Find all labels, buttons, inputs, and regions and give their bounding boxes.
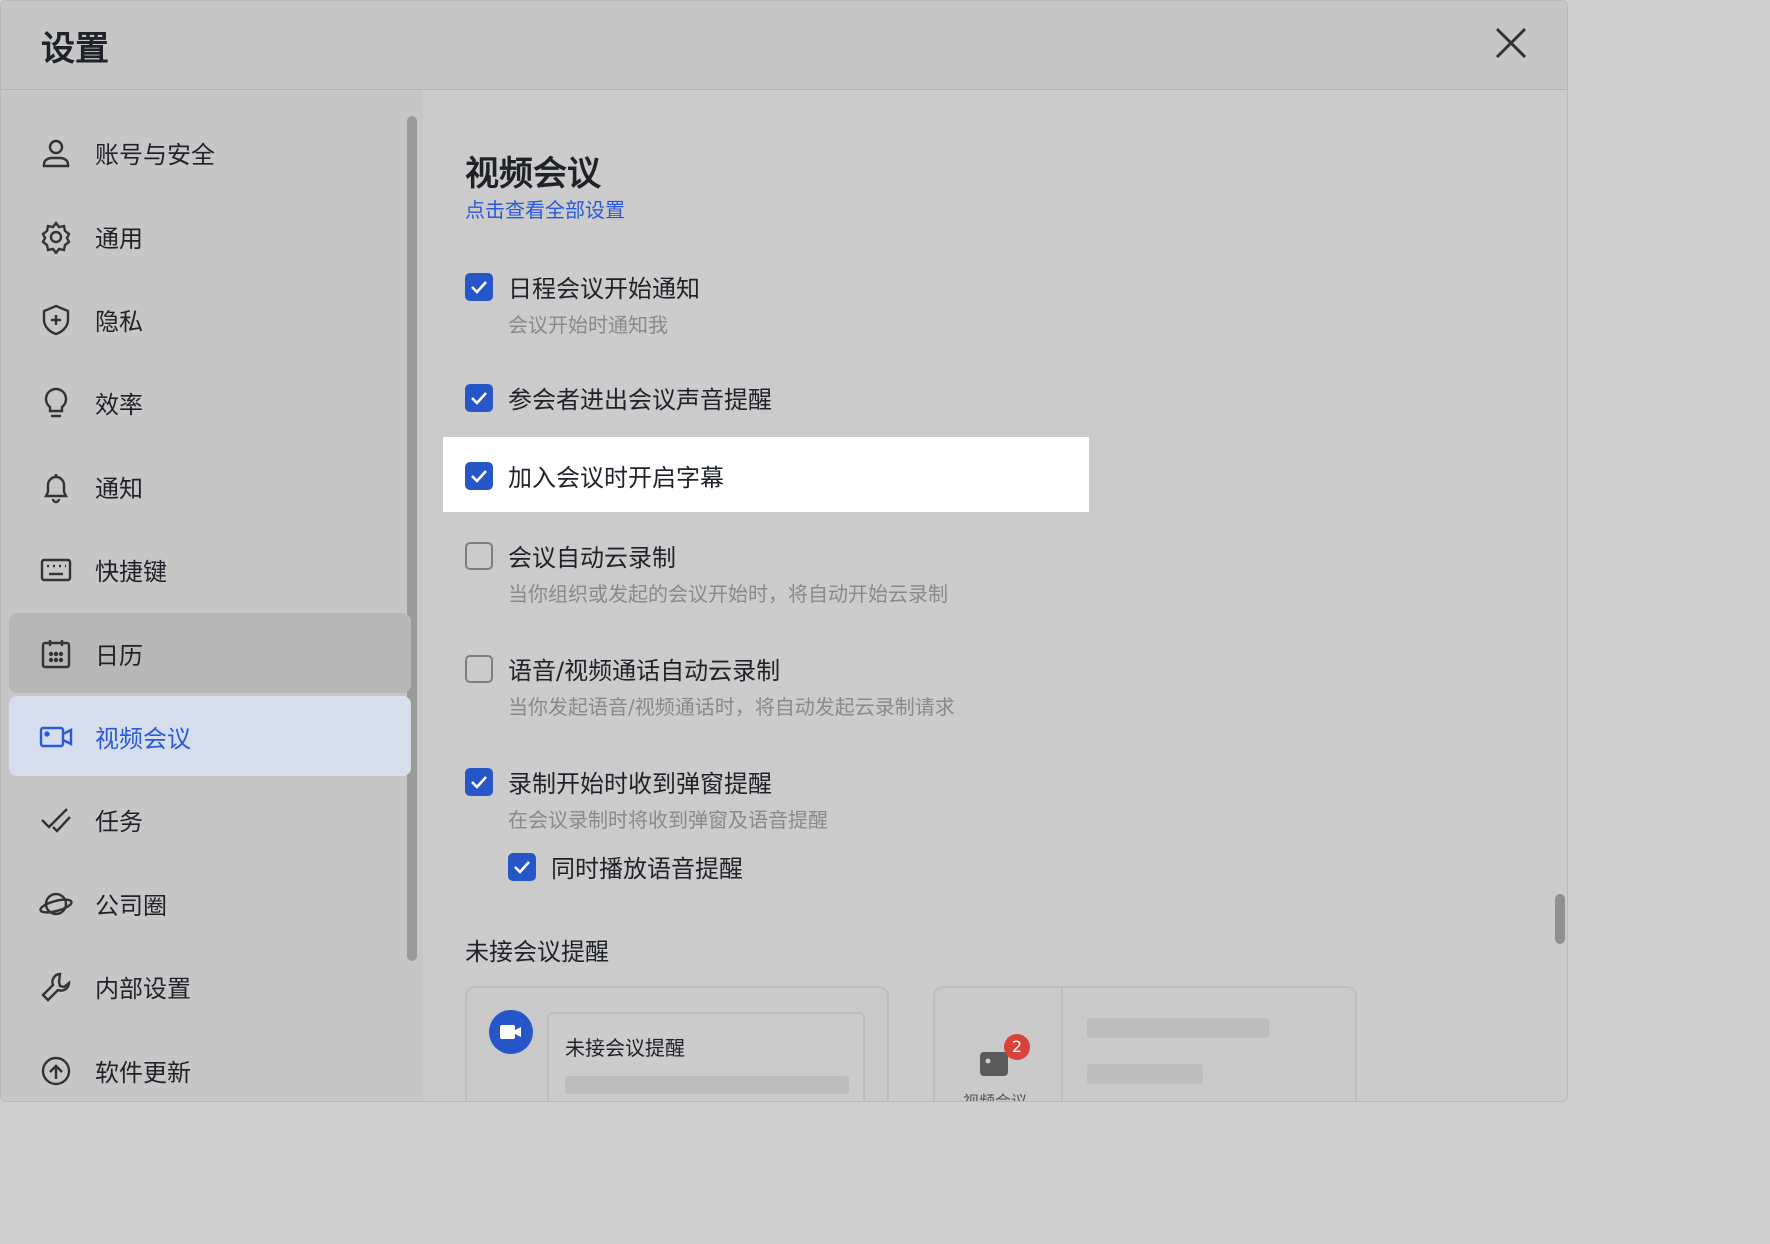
sidebar-item-label: 视频会议 (95, 724, 191, 753)
placeholder-bar (565, 1076, 849, 1094)
settings-window: 设置 账号与安全 通用 隐私 效率 通知 快捷键 日历 视频会议 任务 公司圈 … (0, 0, 1568, 1102)
option-label: 会议自动云录制 (508, 544, 676, 572)
checkbox[interactable] (465, 768, 493, 796)
checkbox[interactable] (465, 655, 493, 683)
option-label: 参会者进出会议声音提醒 (508, 386, 772, 414)
content-scrollbar[interactable] (1555, 894, 1565, 944)
sidebar-item-calendar[interactable]: 日历 (9, 613, 411, 693)
checkbox[interactable] (465, 542, 493, 570)
sidebar-item-general[interactable]: 通用 (9, 196, 411, 276)
view-all-settings-link[interactable]: 点击查看全部设置 (465, 194, 625, 223)
sidebar-item-label: 效率 (95, 390, 143, 419)
title-bar: 设置 (1, 1, 1567, 90)
sidebar-item-label: 软件更新 (95, 1058, 191, 1087)
keyboard-icon (40, 558, 72, 582)
option-label: 加入会议时开启字幕 (508, 464, 724, 492)
task-check-icon (41, 808, 71, 833)
preview-icon-label: 视频会议 (963, 1092, 1028, 1102)
sidebar-item-tasks[interactable]: 任务 (9, 779, 411, 859)
option-description: 会议开始时通知我 (508, 313, 668, 337)
sidebar-item-label: 任务 (95, 807, 143, 836)
option-description: 当你组织或发起的会议开始时，将自动开始云录制 (508, 582, 948, 606)
calendar-icon (41, 640, 71, 669)
option-label: 同时播放语音提醒 (551, 855, 743, 883)
sidebar-item-efficiency[interactable]: 效率 (9, 362, 411, 442)
lightbulb-icon (44, 387, 68, 418)
video-app-icon (489, 1010, 533, 1054)
missed-meeting-section-title: 未接会议提醒 (465, 938, 609, 966)
video-camera-icon (39, 726, 73, 748)
bell-icon (44, 474, 68, 504)
sidebar-item-label: 隐私 (95, 307, 143, 336)
close-icon[interactable] (1491, 23, 1531, 63)
missed-reminder-popup-preview[interactable]: 未接会议提醒 (465, 986, 889, 1101)
sidebar-item-label: 快捷键 (95, 557, 167, 586)
sidebar: 账号与安全 通用 隐私 效率 通知 快捷键 日历 视频会议 任务 公司圈 内部设… (1, 90, 423, 1101)
sidebar-item-label: 通知 (95, 474, 143, 503)
option-label: 日程会议开始通知 (508, 275, 700, 303)
settings-content: 视频会议 点击查看全部设置 日程会议开始通知 会议开始时通知我 参会者进出会议声… (423, 90, 1567, 1101)
option-description: 在会议录制时将收到弹窗及语音提醒 (508, 808, 828, 832)
popup-title: 未接会议提醒 (565, 1036, 685, 1060)
sidebar-item-company-circle[interactable]: 公司圈 (9, 863, 411, 943)
sidebar-item-software-update[interactable]: 软件更新 (9, 1030, 411, 1101)
wrench-icon (41, 972, 71, 1002)
placeholder-bar (1087, 1018, 1269, 1038)
sidebar-item-shortcuts[interactable]: 快捷键 (9, 529, 411, 609)
shield-icon (42, 304, 70, 336)
sidebar-item-video-meeting[interactable]: 视频会议 (9, 696, 411, 776)
sidebar-item-account[interactable]: 账号与安全 (9, 112, 411, 192)
checkbox[interactable] (465, 273, 493, 301)
sidebar-item-notifications[interactable]: 通知 (9, 446, 411, 526)
checkbox[interactable] (465, 384, 493, 412)
user-icon (42, 139, 70, 168)
preview-divider (1061, 988, 1063, 1101)
placeholder-bar (1087, 1064, 1203, 1084)
sidebar-item-label: 内部设置 (95, 974, 191, 1003)
sidebar-item-label: 通用 (95, 224, 143, 253)
section-title: 视频会议 (465, 154, 601, 194)
option-label: 语音/视频通话自动云录制 (508, 657, 781, 685)
gear-icon (41, 221, 71, 254)
option-description: 当你发起语音/视频通话时，将自动发起云录制请求 (508, 695, 955, 719)
window-title: 设置 (41, 29, 109, 69)
popup-card: 未接会议提醒 (547, 1012, 865, 1101)
option-label: 录制开始时收到弹窗提醒 (508, 770, 772, 798)
planet-icon (39, 892, 73, 916)
missed-reminder-taskbar-preview[interactable]: 2 视频会议 (933, 986, 1357, 1102)
sidebar-item-privacy[interactable]: 隐私 (9, 279, 411, 359)
sidebar-item-label: 日历 (95, 641, 143, 670)
checkbox[interactable] (508, 853, 536, 881)
sidebar-item-internal-settings[interactable]: 内部设置 (9, 946, 411, 1026)
notification-badge: 2 (1004, 1034, 1030, 1060)
checkbox[interactable] (465, 462, 493, 490)
sidebar-item-label: 账号与安全 (95, 140, 215, 169)
update-icon (41, 1056, 71, 1086)
sidebar-item-label: 公司圈 (95, 891, 167, 920)
